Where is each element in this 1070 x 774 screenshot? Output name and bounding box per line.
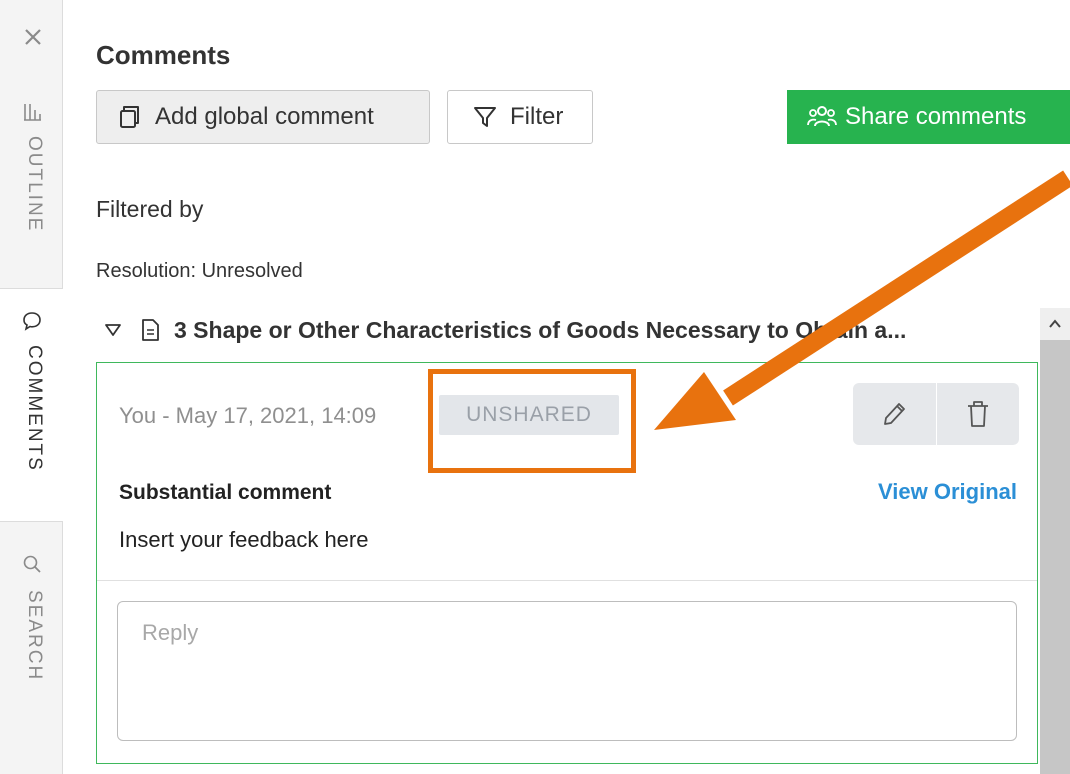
side-rail: OUTLINE COMMENTS SEARCH (0, 0, 63, 774)
filtered-by-heading: Filtered by (96, 196, 204, 222)
panel-title: Comments (96, 40, 231, 70)
close-icon[interactable] (22, 26, 44, 48)
comment-body: Insert your feedback here (119, 527, 369, 552)
status-badge: UNSHARED (439, 395, 619, 435)
tab-comments-label: COMMENTS (24, 345, 45, 472)
section-header[interactable]: 3 Shape or Other Characteristics of Good… (96, 312, 1026, 348)
chevron-up-icon[interactable] (1048, 318, 1062, 330)
view-original-link[interactable]: View Original (878, 479, 1017, 505)
scrollbar-thumb[interactable] (1040, 340, 1070, 774)
edit-comment-button[interactable] (853, 383, 936, 445)
tab-comments[interactable]: COMMENTS (0, 288, 63, 522)
copy-icon (120, 106, 139, 128)
pencil-icon (884, 403, 906, 425)
filter-label: Filter (510, 103, 564, 130)
trash-icon (967, 401, 988, 427)
comment-bubble-icon (23, 312, 41, 331)
filter-button[interactable]: Filter (447, 90, 593, 144)
share-comments-button[interactable]: Share comments (787, 90, 1070, 144)
add-global-comment-button[interactable]: Add global comment (96, 90, 430, 144)
tab-search-label: SEARCH (24, 590, 45, 682)
funnel-icon (474, 107, 496, 127)
section-title: 3 Shape or Other Characteristics of Good… (174, 316, 907, 343)
document-icon (142, 319, 159, 341)
reply-input[interactable] (117, 601, 1017, 741)
delete-comment-button[interactable] (935, 383, 1020, 445)
card-divider (97, 580, 1037, 581)
tab-outline-label: OUTLINE (24, 136, 45, 233)
share-comments-label: Share comments (845, 103, 1027, 130)
comment-actions (853, 383, 1019, 445)
tab-outline[interactable]: OUTLINE (0, 92, 62, 288)
add-global-comment-label: Add global comment (155, 103, 374, 130)
search-icon (23, 555, 41, 573)
resolution-filter-tag: Resolution: Unresolved (96, 260, 303, 282)
comment-author-date: You - May 17, 2021, 14:09 (119, 403, 377, 428)
collapse-triangle-icon[interactable] (104, 323, 122, 337)
users-icon (807, 106, 837, 127)
comment-type-label: Substantial comment (119, 481, 332, 504)
outline-icon (24, 104, 41, 121)
comment-card: You - May 17, 2021, 14:09 UNSHARED Subst… (96, 362, 1038, 764)
tab-search[interactable]: SEARCH (0, 540, 62, 700)
